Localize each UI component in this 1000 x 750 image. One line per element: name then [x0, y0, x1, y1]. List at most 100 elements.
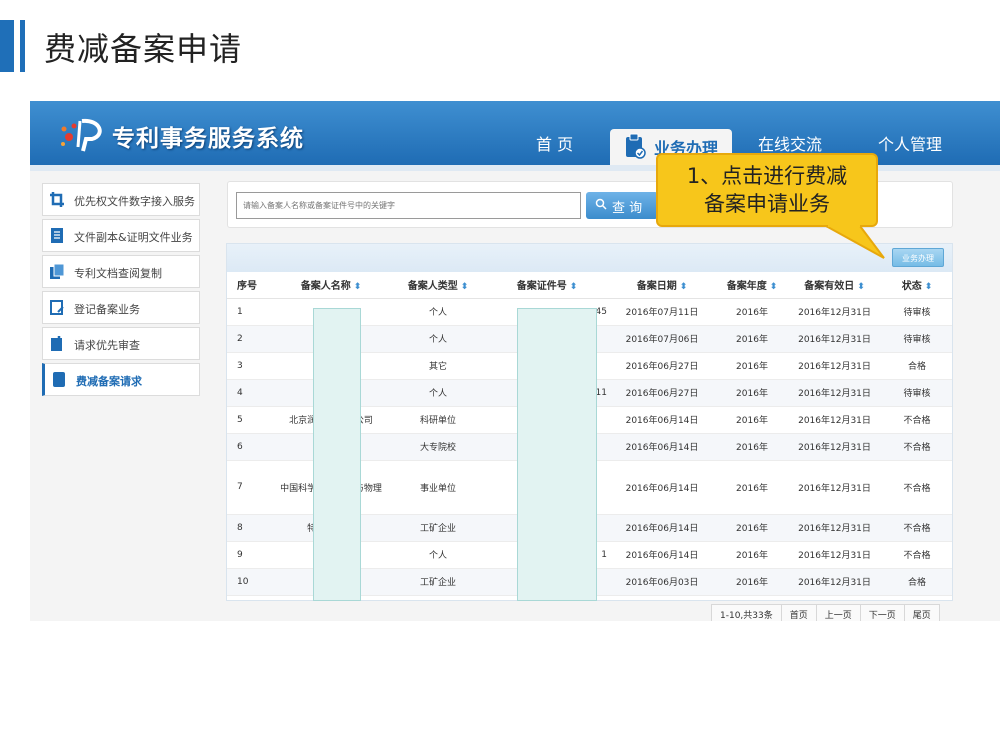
search-input[interactable]	[236, 192, 581, 219]
cell-status: 待审核	[882, 298, 952, 326]
cell-no: 5	[227, 406, 273, 434]
search-icon	[595, 198, 607, 210]
col-header-label: 备案日期	[636, 281, 677, 293]
cell-valid: 2016年12月31日	[787, 514, 882, 542]
app-title: 专利事务服务系统	[112, 126, 304, 152]
cell-year: 2016年	[717, 514, 787, 542]
logo-icon	[61, 118, 102, 152]
sidebar-item-priority-digital[interactable]: 优先权文件数字接入服务	[42, 183, 200, 216]
cell-year: 2016年	[717, 568, 787, 596]
sidebar-item-priority-review[interactable]: 请求优先审查	[42, 327, 200, 360]
document-icon	[51, 228, 63, 243]
cell-no: 6	[227, 433, 273, 461]
sidebar-item-doc-copy[interactable]: 专利文档查阅复制	[42, 255, 200, 288]
redaction-mask-name	[313, 308, 361, 601]
sidebar-item-label: 请求优先审查	[74, 339, 140, 352]
col-header-name[interactable]: 备案人名称 ⬍	[273, 272, 389, 299]
cell-date: 2016年07月06日	[607, 325, 717, 353]
sidebar-item-fee-reduction[interactable]: 费减备案请求	[42, 363, 200, 396]
pager-last[interactable]: 尾页	[903, 604, 940, 621]
col-header-valid[interactable]: 备案有效日 ⬍	[787, 272, 882, 299]
col-header-label: 备案年度	[726, 281, 767, 293]
cell-type: 个人	[389, 379, 487, 407]
copy-icon	[50, 263, 65, 279]
slide-title: 费减备案申请	[44, 30, 243, 68]
pager-prev[interactable]: 上一页	[815, 604, 861, 621]
cell-type: 个人	[389, 325, 487, 353]
cell-status: 不合格	[882, 460, 952, 515]
table-header-row: 序号 备案人名称 ⬍ 备案人类型 ⬍ 备案证件号 ⬍ 备案日期 ⬍ 备案年度 ⬍ 备案有效…	[227, 272, 952, 299]
sidebar-item-copies[interactable]: 文件副本&证明文件业务	[42, 219, 200, 252]
cell-valid: 2016年12月31日	[787, 460, 882, 515]
sort-icon[interactable]: ⬍	[770, 282, 778, 292]
instruction-callout: 1、点击进行费减 备案申请业务	[656, 153, 878, 227]
title-accent-bar-thin	[20, 20, 25, 72]
col-header-date[interactable]: 备案日期 ⬍	[607, 272, 717, 299]
cell-valid: 2016年12月31日	[787, 568, 882, 596]
col-header-label: 备案人名称	[300, 281, 351, 293]
cell-status: 待审核	[882, 379, 952, 407]
sort-icon[interactable]: ⬍	[857, 282, 865, 292]
cell-status: 不合格	[882, 541, 952, 569]
business-handle-button[interactable]: 业务办理	[892, 248, 944, 267]
sidebar-item-label: 费减备案请求	[76, 375, 142, 388]
cell-year: 2016年	[717, 379, 787, 407]
cell-year: 2016年	[717, 298, 787, 326]
cell-date: 2016年06月14日	[607, 541, 717, 569]
register-icon	[50, 300, 64, 315]
search-button-label: 查 询	[612, 201, 643, 216]
cell-no: 8	[227, 514, 273, 542]
callout-pointer	[826, 224, 885, 259]
cell-date: 2016年07月11日	[607, 298, 717, 326]
col-header-status[interactable]: 状态 ⬍	[882, 272, 952, 299]
sort-icon[interactable]: ⬍	[461, 282, 469, 292]
cell-date: 2016年06月27日	[607, 352, 717, 380]
sidebar-item-label: 登记备案业务	[74, 303, 140, 316]
nav-personal[interactable]: 个人管理	[878, 131, 942, 155]
sidebar-item-label: 优先权文件数字接入服务	[74, 195, 195, 208]
title-accent-bar	[0, 20, 14, 72]
cell-year: 2016年	[717, 433, 787, 461]
clipboard-icon	[626, 133, 646, 159]
sort-icon[interactable]: ⬍	[354, 282, 362, 292]
cell-date: 2016年06月27日	[607, 379, 717, 407]
records-panel: 业务办理 序号 备案人名称 ⬍ 备案人类型 ⬍ 备案证件号 ⬍ 备案日期 ⬍ 备案年度 ⬍…	[226, 243, 953, 601]
cell-type: 大专院校	[389, 433, 487, 461]
col-header-label: 状态	[901, 281, 922, 293]
cell-type: 其它	[389, 352, 487, 380]
col-header-label: 备案有效日	[804, 281, 855, 293]
sidebar-item-label: 文件副本&证明文件业务	[74, 231, 193, 244]
col-header-year[interactable]: 备案年度 ⬍	[717, 272, 787, 299]
callout-line-2: 备案申请业务	[704, 192, 830, 216]
cell-year: 2016年	[717, 460, 787, 515]
cell-valid: 2016年12月31日	[787, 433, 882, 461]
cell-no: 3	[227, 352, 273, 380]
col-header-type[interactable]: 备案人类型 ⬍	[389, 272, 487, 299]
col-header-label: 备案证件号	[516, 281, 567, 293]
pager-first[interactable]: 首页	[780, 604, 817, 621]
pager-next[interactable]: 下一页	[859, 604, 905, 621]
cell-valid: 2016年12月31日	[787, 379, 882, 407]
cell-no: 1	[227, 298, 273, 326]
cell-year: 2016年	[717, 406, 787, 434]
sort-icon[interactable]: ⬍	[925, 282, 933, 292]
cell-type: 工矿企业	[389, 514, 487, 542]
cell-no: 10	[227, 568, 273, 596]
redaction-mask-id	[517, 308, 597, 601]
col-header-label: 序号	[237, 281, 257, 293]
cell-no: 9	[227, 541, 273, 569]
cell-date: 2016年06月14日	[607, 460, 717, 515]
nav-home[interactable]: 首 页	[536, 131, 573, 155]
nav-online-chat[interactable]: 在线交流	[758, 131, 822, 155]
col-header-id[interactable]: 备案证件号 ⬍	[487, 272, 607, 299]
sort-icon[interactable]: ⬍	[570, 282, 578, 292]
sidebar: 优先权文件数字接入服务 文件副本&证明文件业务 专利文档查阅复制 登记备案业务 …	[42, 183, 200, 399]
cell-type: 科研单位	[389, 406, 487, 434]
search-button[interactable]: 查 询	[586, 192, 658, 219]
sidebar-item-register[interactable]: 登记备案业务	[42, 291, 200, 324]
pager-summary: 1-10,共33条	[711, 604, 782, 621]
cell-type: 个人	[389, 541, 487, 569]
priority-icon	[51, 336, 62, 351]
cell-year: 2016年	[717, 541, 787, 569]
sort-icon[interactable]: ⬍	[680, 282, 688, 292]
